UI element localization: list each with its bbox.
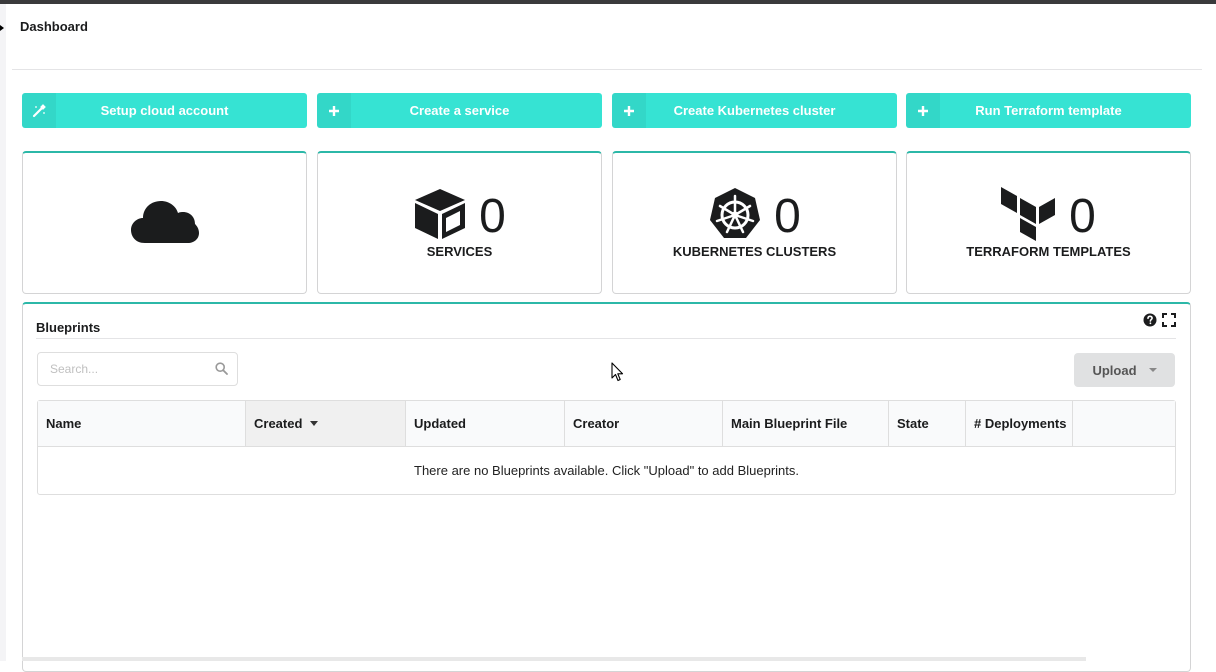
- run-terraform-template-button[interactable]: Run Terraform template: [906, 93, 1191, 128]
- terraform-icon: [1001, 187, 1057, 246]
- table-header: Name Created Updated Creator Main Bluepr…: [38, 401, 1175, 447]
- widget-tools: [1143, 313, 1176, 332]
- action-label: Run Terraform template: [975, 103, 1122, 118]
- kubernetes-clusters-count: 0: [774, 189, 801, 243]
- services-count: 0: [479, 189, 506, 243]
- terraform-templates-card[interactable]: 0 TERRAFORM TEMPLATES: [906, 151, 1191, 294]
- empty-message: There are no Blueprints available. Click…: [414, 463, 799, 478]
- column-header-updated[interactable]: Updated: [406, 401, 565, 446]
- column-header-actions: [1073, 401, 1175, 446]
- help-icon[interactable]: [1143, 313, 1157, 332]
- column-header-created[interactable]: Created: [246, 401, 406, 446]
- terraform-templates-label: TERRAFORM TEMPLATES: [966, 244, 1131, 259]
- blueprints-title: Blueprints: [36, 320, 101, 335]
- blueprints-title-divider: [36, 338, 1176, 339]
- page-title: Dashboard: [20, 19, 88, 34]
- cloud-icon: [130, 197, 199, 250]
- top-bar: [0, 0, 1216, 4]
- terraform-templates-count: 0: [1069, 189, 1096, 243]
- left-edge-strip: [0, 4, 6, 661]
- blueprints-search-input[interactable]: [37, 352, 238, 386]
- sort-desc-icon: [310, 421, 319, 426]
- blueprints-table: Name Created Updated Creator Main Bluepr…: [37, 400, 1176, 495]
- column-header-creator[interactable]: Creator: [565, 401, 723, 446]
- column-header-label: Created: [254, 416, 303, 431]
- action-label: Setup cloud account: [100, 103, 229, 118]
- kubernetes-icon: [708, 187, 762, 246]
- column-header-state[interactable]: State: [889, 401, 966, 446]
- upload-button[interactable]: Upload: [1074, 353, 1175, 387]
- column-header-main-blueprint-file[interactable]: Main Blueprint File: [723, 401, 889, 446]
- mouse-cursor-icon: [611, 362, 624, 387]
- cube-icon: [413, 187, 467, 246]
- column-header-deployments[interactable]: # Deployments: [966, 401, 1073, 446]
- create-kubernetes-cluster-button[interactable]: Create Kubernetes cluster: [612, 93, 897, 128]
- plus-icon: [317, 93, 351, 128]
- kubernetes-clusters-card[interactable]: 0 KUBERNETES CLUSTERS: [612, 151, 897, 294]
- upload-label: Upload: [1092, 362, 1137, 378]
- sidebar-expand-icon[interactable]: [0, 25, 4, 31]
- header-divider: [12, 69, 1202, 70]
- horizontal-scrollbar[interactable]: [22, 657, 1086, 661]
- chevron-down-icon: [1148, 368, 1157, 372]
- magic-wand-icon: [22, 93, 56, 128]
- column-header-name[interactable]: Name: [38, 401, 246, 446]
- action-label: Create Kubernetes cluster: [673, 103, 836, 118]
- create-service-button[interactable]: Create a service: [317, 93, 602, 128]
- cloud-accounts-card[interactable]: [22, 151, 307, 294]
- kubernetes-clusters-label: KUBERNETES CLUSTERS: [672, 244, 837, 259]
- plus-icon: [906, 93, 940, 128]
- plus-icon: [612, 93, 646, 128]
- action-label: Create a service: [409, 103, 510, 118]
- services-label: SERVICES: [426, 244, 493, 259]
- search-icon: [215, 362, 228, 380]
- setup-cloud-account-button[interactable]: Setup cloud account: [22, 93, 307, 128]
- services-card[interactable]: 0 SERVICES: [317, 151, 602, 294]
- maximize-icon[interactable]: [1162, 313, 1176, 332]
- blueprints-panel: Blueprints Upload Name Crea: [22, 302, 1191, 672]
